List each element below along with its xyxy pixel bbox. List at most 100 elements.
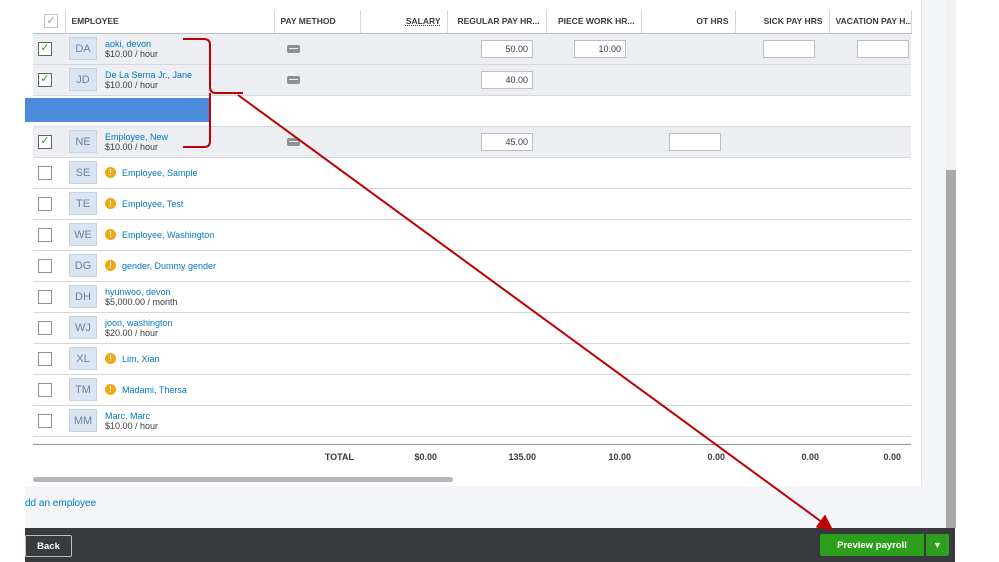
employee-row: XL ! Lim, Xian bbox=[33, 343, 911, 375]
paycheck-icon[interactable] bbox=[287, 137, 300, 146]
column-header-regular-pay-hrs[interactable]: REGULAR PAY HR... bbox=[447, 10, 547, 34]
total-vacation-pay-hrs: 0.00 bbox=[829, 443, 911, 469]
column-header-salary[interactable]: SALARY bbox=[360, 10, 448, 34]
avatar: DG bbox=[69, 254, 97, 277]
avatar: WE bbox=[69, 223, 97, 246]
employee-name-link[interactable]: Employee, New bbox=[105, 132, 168, 142]
employee-name-link[interactable]: Marc, Marc bbox=[105, 411, 158, 421]
employee-name-link[interactable]: Employee, Test bbox=[122, 199, 183, 209]
row-checkbox[interactable] bbox=[38, 382, 52, 397]
vacation-pay-hrs-input[interactable] bbox=[857, 39, 909, 58]
avatar: NE bbox=[69, 130, 97, 153]
column-header-sick-pay-hrs[interactable]: SICK PAY HRS bbox=[735, 10, 830, 34]
piece-work-hrs-input[interactable]: 10.00 bbox=[574, 39, 626, 58]
warning-icon[interactable]: ! bbox=[105, 229, 116, 240]
ot-hrs-input[interactable] bbox=[669, 132, 721, 151]
row-checkbox[interactable] bbox=[38, 196, 52, 211]
column-header-pay-method[interactable]: PAY METHOD bbox=[274, 10, 361, 34]
payroll-table: ✓ EMPLOYEE PAY METHOD SALARY REGULAR PAY… bbox=[33, 10, 912, 469]
partial-row bbox=[33, 436, 911, 444]
avatar: WJ bbox=[69, 316, 97, 339]
total-regular-pay-hrs: 135.00 bbox=[447, 443, 546, 469]
row-checkbox[interactable] bbox=[38, 258, 52, 273]
employee-row: ✓ DA aoki, devon $10.00 / hour 50.00 10.… bbox=[33, 33, 911, 65]
horizontal-scrollbar[interactable] bbox=[33, 477, 453, 482]
warning-icon[interactable]: ! bbox=[105, 198, 116, 209]
regular-pay-hrs-input[interactable]: 40.00 bbox=[481, 70, 533, 89]
check-icon: ✓ bbox=[40, 135, 50, 147]
employee-name-link[interactable]: joon, washington bbox=[105, 318, 173, 328]
regular-pay-hrs-input[interactable]: 50.00 bbox=[481, 39, 533, 58]
column-header-employee[interactable]: EMPLOYEE bbox=[65, 10, 275, 34]
row-checkbox[interactable] bbox=[38, 351, 52, 366]
check-icon: ✓ bbox=[46, 14, 56, 27]
paycheck-icon[interactable] bbox=[287, 75, 300, 84]
column-header-vacation-pay-hrs[interactable]: VACATION PAY H... bbox=[829, 10, 912, 34]
row-checkbox[interactable] bbox=[38, 289, 52, 304]
column-header-ot-hrs[interactable]: OT HRS bbox=[641, 10, 736, 34]
warning-icon[interactable]: ! bbox=[105, 260, 116, 271]
employee-rate: $20.00 / hour bbox=[105, 327, 159, 338]
preview-options-button[interactable]: ▼ bbox=[926, 534, 949, 556]
employee-row: WJ joon, washington $20.00 / hour bbox=[33, 312, 911, 344]
employee-name-link[interactable]: hyunwoo, devon bbox=[105, 287, 178, 297]
employee-rate: $10.00 / hour bbox=[105, 48, 159, 59]
employee-row: DG ! gender, Dummy gender bbox=[33, 250, 911, 282]
warning-icon[interactable]: ! bbox=[105, 384, 116, 395]
employee-name-link[interactable]: Employee, Sample bbox=[122, 168, 198, 178]
employee-row: WE ! Employee, Washington bbox=[33, 219, 911, 251]
preview-payroll-button[interactable]: Preview payroll bbox=[820, 534, 924, 556]
row-checkbox[interactable]: ✓ bbox=[38, 72, 52, 87]
row-checkbox[interactable] bbox=[38, 320, 52, 335]
employee-rate: $5,000.00 / month bbox=[105, 296, 178, 307]
employee-name-link[interactable]: gender, Dummy gender bbox=[122, 261, 216, 271]
employee-rate: $10.00 / hour bbox=[105, 79, 159, 90]
avatar: TM bbox=[69, 378, 97, 401]
employee-name-link[interactable]: Employee, Washington bbox=[122, 230, 214, 240]
employee-row: ✓ JD De La Serna Jr., Jane $10.00 / hour… bbox=[33, 64, 911, 96]
add-employee-link[interactable]: dd an employee bbox=[25, 498, 96, 509]
avatar: MM bbox=[69, 409, 97, 432]
select-all-cell[interactable]: ✓ bbox=[33, 10, 66, 34]
avatar: XL bbox=[69, 347, 97, 370]
table-header-row: ✓ EMPLOYEE PAY METHOD SALARY REGULAR PAY… bbox=[33, 10, 912, 34]
employee-name-link[interactable]: aoki, devon bbox=[105, 39, 158, 49]
select-all-checkbox[interactable]: ✓ bbox=[44, 14, 58, 29]
warning-icon[interactable]: ! bbox=[105, 353, 116, 364]
row-checkbox[interactable]: ✓ bbox=[38, 41, 52, 56]
avatar: TE bbox=[69, 192, 97, 215]
avatar: DH bbox=[69, 285, 97, 308]
total-sick-pay-hrs: 0.00 bbox=[735, 443, 829, 469]
total-row: TOTAL $0.00 135.00 10.00 0.00 0.00 0.00 bbox=[33, 443, 911, 469]
employee-name-link[interactable]: De La Serna Jr., Jane bbox=[105, 70, 192, 80]
check-icon: ✓ bbox=[40, 42, 50, 54]
caret-down-icon: ▼ bbox=[933, 540, 942, 550]
column-header-piece-work-hrs[interactable]: PIECE WORK HR... bbox=[546, 10, 642, 34]
avatar: DA bbox=[69, 37, 97, 60]
sick-pay-hrs-input[interactable] bbox=[763, 39, 815, 58]
row-checkbox[interactable] bbox=[38, 227, 52, 242]
redaction-overlay bbox=[25, 98, 209, 122]
employee-row: ✓ NE Employee, New $10.00 / hour 45.00 bbox=[33, 126, 911, 158]
avatar: JD bbox=[69, 68, 97, 91]
employee-name-link[interactable]: Madami, Thersa bbox=[122, 385, 187, 395]
row-checkbox[interactable]: ✓ bbox=[38, 134, 52, 149]
warning-icon[interactable]: ! bbox=[105, 167, 116, 178]
row-checkbox[interactable] bbox=[38, 413, 52, 428]
back-button[interactable]: Back bbox=[25, 535, 72, 557]
employee-row: DH hyunwoo, devon $5,000.00 / month bbox=[33, 281, 911, 313]
check-icon: ✓ bbox=[40, 73, 50, 85]
avatar: SE bbox=[69, 161, 97, 184]
employee-row: TM ! Madami, Thersa bbox=[33, 374, 911, 406]
employee-name-link[interactable]: Lim, Xian bbox=[122, 354, 160, 364]
total-salary: $0.00 bbox=[360, 443, 447, 469]
vertical-scrollbar-thumb[interactable] bbox=[946, 170, 956, 528]
total-piece-work-hrs: 10.00 bbox=[546, 443, 641, 469]
row-checkbox[interactable] bbox=[38, 165, 52, 180]
employee-row: SE ! Employee, Sample bbox=[33, 157, 911, 189]
employee-rate: $10.00 / hour bbox=[105, 420, 159, 431]
paycheck-icon[interactable] bbox=[287, 44, 300, 53]
regular-pay-hrs-input[interactable]: 45.00 bbox=[481, 132, 533, 151]
employee-row: TE ! Employee, Test bbox=[33, 188, 911, 220]
employee-rate: $10.00 / hour bbox=[105, 141, 159, 152]
